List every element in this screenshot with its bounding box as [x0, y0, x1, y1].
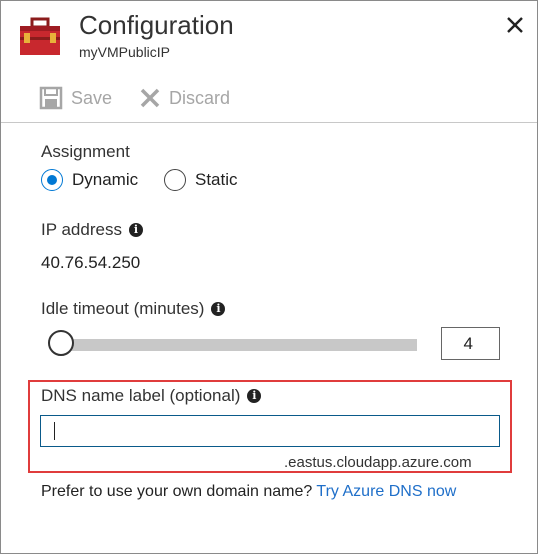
dns-label-heading: DNS name label (optional) i [41, 386, 262, 406]
assignment-label: Assignment [41, 142, 130, 161]
save-label: Save [71, 87, 113, 108]
ip-address-heading: IP address i [41, 220, 143, 240]
discard-icon [140, 88, 160, 108]
radio-dynamic-label: Dynamic [72, 170, 139, 189]
page-subtitle: myVMPublicIP [79, 44, 171, 60]
text-caret [54, 422, 55, 440]
page-title: Configuration [79, 10, 234, 40]
radio-static-label: Static [195, 170, 238, 189]
idle-timeout-slider-track[interactable] [64, 339, 417, 351]
idle-timeout-heading: Idle timeout (minutes) i [41, 299, 226, 319]
idle-timeout-input[interactable]: 4 [441, 327, 500, 360]
radio-static-indicator [164, 169, 186, 191]
toolbar-divider [1, 122, 537, 123]
radio-dynamic-indicator [41, 169, 63, 191]
azure-dns-link[interactable]: Try Azure DNS now [316, 483, 456, 500]
custom-domain-text: Prefer to use your own domain name? [41, 483, 317, 500]
info-icon[interactable]: i [211, 302, 226, 316]
dns-name-input[interactable] [40, 415, 500, 447]
dns-label: DNS name label (optional) [41, 386, 241, 405]
save-button[interactable]: Save [39, 85, 112, 111]
ip-address-label: IP address [41, 220, 122, 239]
ip-address-value: 40.76.54.250 [41, 253, 141, 272]
toolbox-icon [20, 17, 60, 55]
discard-button[interactable]: Discard [139, 85, 230, 111]
close-icon[interactable] [501, 11, 529, 39]
idle-timeout-label: Idle timeout (minutes) [41, 299, 205, 318]
radio-dynamic[interactable]: Dynamic [41, 169, 138, 191]
dns-suffix: .eastus.cloudapp.azure.com [284, 454, 472, 471]
radio-static[interactable]: Static [164, 169, 238, 191]
configuration-panel: Configuration myVMPublicIP Save Discard … [0, 0, 538, 554]
info-icon[interactable]: i [128, 223, 143, 237]
save-icon [39, 86, 63, 110]
discard-label: Discard [169, 87, 231, 108]
idle-timeout-slider-thumb[interactable] [48, 330, 74, 356]
custom-domain-prompt: Prefer to use your own domain name? Try … [41, 483, 456, 501]
info-icon[interactable]: i [247, 389, 262, 403]
